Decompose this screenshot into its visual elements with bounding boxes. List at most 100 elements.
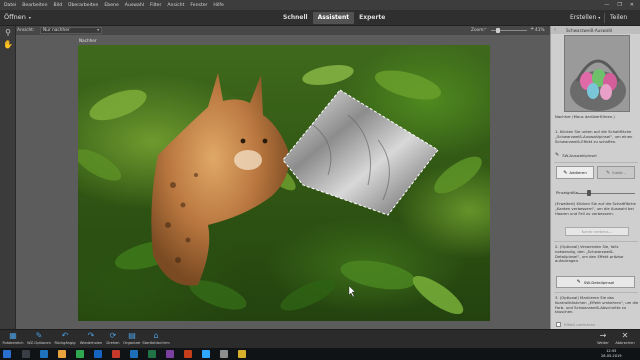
open-label: Öffnen: [4, 13, 26, 21]
close-icon[interactable]: ✕: [630, 2, 634, 8]
chevron-down-icon[interactable]: ▾: [29, 15, 31, 20]
brush-minus-icon: ✎: [605, 169, 611, 176]
menu-bar: Datei Bearbeiten Bild Überarbeiten Ebene…: [0, 0, 640, 10]
cancel-icon: ✕: [621, 331, 629, 340]
cancel-label: Abbrechen: [615, 341, 635, 345]
edge-icon[interactable]: [94, 350, 102, 358]
tab-quick[interactable]: Schnell: [278, 12, 313, 24]
step-1-text: 1. Klicken Sie unten auf die Schaltfläch…: [555, 129, 633, 144]
create-button[interactable]: Erstellen ▾: [570, 14, 600, 21]
add-mode-button[interactable]: ✎ Addieren: [556, 166, 594, 179]
zoom-slider-handle[interactable]: [496, 28, 501, 33]
word-icon[interactable]: [130, 350, 138, 358]
brush-icon: ✎: [576, 279, 581, 285]
menu-fenster[interactable]: Fenster: [190, 3, 207, 8]
view-options-bar: Ansicht: Nur nachher ▾ Zoom: – + 41%: [0, 26, 550, 35]
tool-options-label: WZ-Optionen: [27, 341, 51, 345]
refine-edge-button[interactable]: Kante verbess...: [565, 227, 629, 236]
tool-palette: ⚲ ✋: [0, 26, 16, 329]
app-window: Datei Bearbeiten Bild Überarbeiten Ebene…: [0, 0, 640, 360]
rotate-label: Drehen: [106, 341, 120, 345]
chrome-icon[interactable]: [76, 350, 84, 358]
zoom-out-icon[interactable]: –: [484, 26, 487, 32]
menu-datei[interactable]: Datei: [4, 3, 16, 8]
bw-detail-brush-label: SW-Detailpinsel: [583, 279, 615, 285]
thumbnail-caption: Nachher (Maus darüberführen.): [555, 114, 615, 119]
home-screen-icon: ⌂: [153, 331, 159, 340]
bw-brush-label: SW-Auswahlpinsel: [562, 152, 597, 158]
brush-size-slider-handle[interactable]: [587, 190, 591, 196]
divider: [554, 241, 638, 242]
task-view-icon[interactable]: [40, 350, 48, 358]
tab-expert[interactable]: Experte: [354, 12, 390, 24]
restore-icon[interactable]: ❐: [617, 2, 621, 8]
preview-thumbnail[interactable]: [564, 35, 630, 112]
tab-guided[interactable]: Assistent: [312, 12, 355, 24]
rotate-icon: ⟳: [109, 331, 117, 340]
organizer-icon: ▤: [128, 331, 136, 340]
window-controls: — ❐ ✕: [604, 2, 640, 8]
menu-ansicht[interactable]: Ansicht: [167, 3, 184, 8]
undo-label: Rückgängig: [54, 341, 76, 345]
photoshop-elements-icon[interactable]: [202, 350, 210, 358]
cancel-button[interactable]: ✕ Abbrechen: [612, 331, 638, 345]
subtract-mode-label: Subtr...: [612, 170, 627, 175]
redo-label: Wiederholen: [79, 341, 103, 345]
bw-detail-brush-button[interactable]: ✎ SW-Detailpinsel: [556, 276, 635, 288]
bw-brush-button[interactable]: ✎ SW-Auswahlpinsel: [555, 152, 597, 158]
zoom-value: 41%: [535, 27, 545, 33]
bw-selection-area: [282, 89, 439, 216]
zoom-in-icon[interactable]: +: [530, 26, 534, 32]
menu-bearbeiten[interactable]: Bearbeiten: [22, 3, 47, 8]
refine-edge-instructions: (Erweitert) Klicken Sie auf die Schaltfl…: [555, 201, 636, 216]
home-screen-button[interactable]: ⌂ Startbildschirm: [142, 331, 170, 345]
file-explorer-icon[interactable]: [58, 350, 66, 358]
mouse-cursor-icon: [348, 285, 356, 298]
bottom-toolbar: ▦ Fotobereich ✎ WZ-Optionen ↶ Rückgängig…: [0, 329, 640, 348]
onenote-icon[interactable]: [166, 350, 174, 358]
menu-auswahl[interactable]: Auswahl: [125, 3, 144, 8]
powerpoint-icon[interactable]: [184, 350, 192, 358]
share-button[interactable]: Teilen: [610, 14, 627, 21]
minimize-icon[interactable]: —: [604, 2, 609, 8]
back-arrow-icon[interactable]: ‹: [554, 27, 556, 33]
app-icon[interactable]: [112, 350, 120, 358]
os-taskbar: 12:55 28.05.2019: [0, 348, 640, 360]
magnifier-icon[interactable]: ⚲: [3, 28, 13, 38]
divider: [554, 292, 638, 293]
search-icon[interactable]: [22, 350, 30, 358]
view-select[interactable]: Nur nachher ▾: [40, 27, 102, 34]
hand-icon[interactable]: ✋: [3, 40, 13, 50]
brush-plus-icon: ✎: [563, 169, 568, 176]
step-2-text: 2. (Optional) Verwenden Sie, falls notwe…: [555, 244, 624, 264]
zoom-label: Zoom:: [471, 27, 485, 33]
create-label: Erstellen: [570, 14, 597, 21]
menu-ueberarbeiten[interactable]: Überarbeiten: [68, 3, 98, 8]
start-icon[interactable]: [3, 350, 11, 358]
system-clock[interactable]: 12:55 28.05.2019: [601, 349, 622, 358]
panel-title: Schwarzweiß-Auswahl: [551, 26, 640, 34]
open-button[interactable]: Öffnen ▾: [4, 13, 31, 21]
invert-effect-row[interactable]: Effekt umkehren: [556, 322, 595, 327]
menu-bild[interactable]: Bild: [54, 3, 63, 8]
photo-bin-icon: ▦: [9, 331, 17, 340]
brush-size-slider-track[interactable]: [577, 193, 635, 194]
menu-hilfe[interactable]: Hilfe: [213, 3, 223, 8]
app-icon[interactable]: [220, 350, 228, 358]
organizer-button[interactable]: ▤ Organizer: [119, 331, 145, 345]
home-screen-label: Startbildschirm: [142, 341, 170, 345]
view-select-value: Nur nachher: [43, 28, 70, 33]
menu-filter[interactable]: Filter: [150, 3, 161, 8]
subtract-mode-button[interactable]: ✎ Subtr...: [597, 166, 635, 179]
next-label: Weiter: [597, 341, 609, 345]
photo-bin-button[interactable]: ▦ Fotobereich: [0, 331, 26, 345]
menu-ebene[interactable]: Ebene: [104, 3, 118, 8]
invert-effect-checkbox[interactable]: [556, 322, 561, 327]
tool-options-button[interactable]: ✎ WZ-Optionen: [26, 331, 52, 345]
mode-bar: Öffnen ▾ Schnell Assistent Experte Erste…: [0, 10, 640, 26]
app-icon[interactable]: [238, 350, 246, 358]
undo-button[interactable]: ↶ Rückgängig: [52, 331, 78, 345]
add-mode-label: Addieren: [569, 170, 587, 175]
excel-icon[interactable]: [148, 350, 156, 358]
photo-canvas[interactable]: [78, 45, 490, 321]
